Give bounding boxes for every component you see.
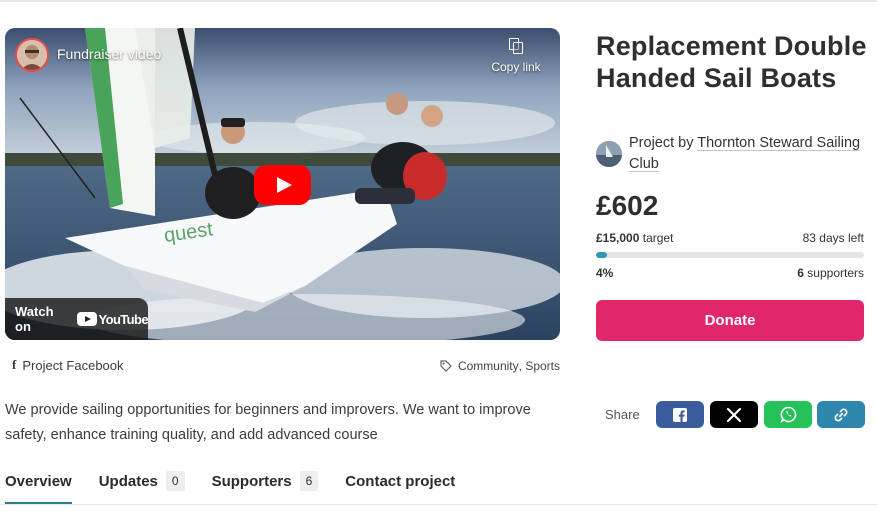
tag-separator: , xyxy=(518,359,526,373)
whatsapp-icon xyxy=(779,406,796,423)
play-button[interactable] xyxy=(254,165,311,205)
facebook-icon: f xyxy=(12,357,17,372)
target-label: target xyxy=(642,231,674,245)
owner-prefix: Project by xyxy=(629,135,694,151)
supporters-count-badge: 6 xyxy=(299,471,319,491)
share-x-button[interactable] xyxy=(710,401,758,428)
tab-contact-label: Contact project xyxy=(345,472,456,490)
tab-contact-project[interactable]: Contact project xyxy=(345,468,455,494)
share-label: Share xyxy=(605,407,640,422)
watch-on-youtube-button[interactable]: Watch on YouTube xyxy=(5,298,149,340)
tab-supporters-label: Supporters xyxy=(211,472,292,490)
youtube-logo: YouTube xyxy=(76,311,149,327)
club-avatar[interactable] xyxy=(596,141,622,167)
link-icon xyxy=(834,407,848,422)
tab-overview[interactable]: Overview xyxy=(5,468,72,505)
copy-icon xyxy=(509,38,523,54)
tab-updates-label: Updates xyxy=(98,472,158,490)
project-title: Replacement Double Handed Sail Boats xyxy=(596,31,867,93)
top-divider xyxy=(0,0,877,2)
copy-link-label: Copy link xyxy=(491,60,541,74)
tab-updates[interactable]: Updates 0 xyxy=(99,468,185,494)
channel-avatar[interactable] xyxy=(15,38,49,72)
project-tags: Community, Sports xyxy=(440,359,560,373)
youtube-play-icon xyxy=(76,312,97,326)
project-facebook-link[interactable]: f Project Facebook xyxy=(12,357,124,373)
tag-icon xyxy=(440,360,452,372)
funded-percent: 4% xyxy=(596,266,614,280)
x-icon xyxy=(726,407,742,422)
tag-sports[interactable]: Sports xyxy=(525,359,560,373)
copy-link-button[interactable]: Copy link xyxy=(490,38,542,76)
supporters-label: supporters xyxy=(807,266,864,280)
stats-row: 4% 6 supporters xyxy=(596,266,864,280)
facebook-icon xyxy=(673,407,687,422)
share-facebook-button[interactable] xyxy=(656,401,704,428)
share-whatsapp-button[interactable] xyxy=(764,401,812,428)
watch-on-label: Watch on xyxy=(15,304,54,334)
days-left: 83 days left xyxy=(802,231,864,245)
project-tabs: Overview Updates 0 Supporters 6 Contact … xyxy=(5,468,482,505)
tag-community[interactable]: Community xyxy=(458,359,519,373)
tab-supporters[interactable]: Supporters 6 xyxy=(212,468,319,494)
project-owner: Project by Thornton Steward Sailing Club xyxy=(596,133,869,175)
donate-button[interactable]: Donate xyxy=(596,300,864,341)
project-facebook-label: Project Facebook xyxy=(22,357,124,373)
amount-raised: £602 xyxy=(596,190,659,221)
target-amount: £15,000 xyxy=(596,231,640,245)
owner-text: Project by Thornton Steward Sailing Club xyxy=(629,133,869,175)
updates-count-badge: 0 xyxy=(165,471,185,491)
video-title[interactable]: Fundraiser video xyxy=(57,46,161,62)
supporters-count: 6 xyxy=(797,266,804,280)
funding-progress-bar xyxy=(596,252,864,258)
tabs-divider xyxy=(0,504,877,505)
tab-overview-label: Overview xyxy=(5,472,72,490)
project-description: We provide sailing opportunities for beg… xyxy=(5,402,531,443)
target: £15,000 target xyxy=(596,231,673,245)
youtube-wordmark: YouTube xyxy=(98,311,149,327)
share-copy-link-button[interactable] xyxy=(817,401,865,428)
target-row: £15,000 target 83 days left xyxy=(596,231,864,245)
funding-progress-fill xyxy=(596,252,607,258)
fundraiser-video[interactable]: quest Fundraiser video Copy link Watch o… xyxy=(5,28,560,340)
supporters-stat: 6 supporters xyxy=(797,266,864,280)
